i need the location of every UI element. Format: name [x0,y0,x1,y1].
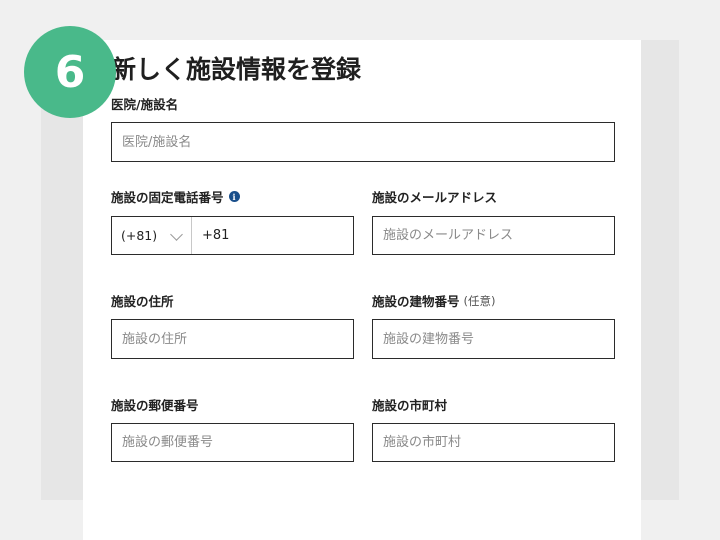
city-input[interactable] [373,424,614,461]
phone-input[interactable] [192,217,353,254]
city-label-text: 施設の市町村 [372,398,448,413]
address-input[interactable] [112,320,353,358]
email-label-text: 施設のメールアドレス [372,190,498,205]
page-title: 新しく施設情報を登録 [111,55,362,84]
building-label: 施設の建物番号 (任意) [372,291,496,310]
building-field[interactable] [372,319,615,359]
building-input[interactable] [373,320,614,358]
city-field[interactable] [372,423,615,462]
email-label: 施設のメールアドレス [372,187,497,206]
postal-label: 施設の郵便番号 [111,395,199,414]
country-code-select[interactable]: (+81) [112,217,192,254]
info-icon[interactable]: i [228,191,240,202]
address-label: 施設の住所 [111,291,174,310]
city-label: 施設の市町村 [372,395,447,414]
phone-label: 施設の固定電話番号 i [111,187,240,206]
form-card [83,40,641,540]
facility-name-label-text: 医院/施設名 [111,97,179,112]
email-field[interactable] [372,216,615,255]
facility-name-input[interactable] [112,123,614,161]
address-label-text: 施設の住所 [111,294,174,309]
phone-field: (+81) [111,216,354,255]
step-badge: 6 [24,26,116,118]
postal-field[interactable] [111,423,354,462]
address-field[interactable] [111,319,354,359]
phone-input-wrap [192,217,353,254]
optional-tag: (任意) [463,293,496,308]
country-code-value: (+81) [121,228,158,243]
facility-name-field[interactable] [111,122,615,162]
postal-input[interactable] [112,424,353,461]
chevron-down-icon [170,228,183,241]
step-number: 6 [54,46,86,98]
facility-name-label: 医院/施設名 [111,94,178,113]
email-input[interactable] [373,217,614,254]
phone-label-text: 施設の固定電話番号 [111,190,224,205]
postal-label-text: 施設の郵便番号 [111,398,199,413]
building-label-text: 施設の建物番号 [372,294,460,309]
